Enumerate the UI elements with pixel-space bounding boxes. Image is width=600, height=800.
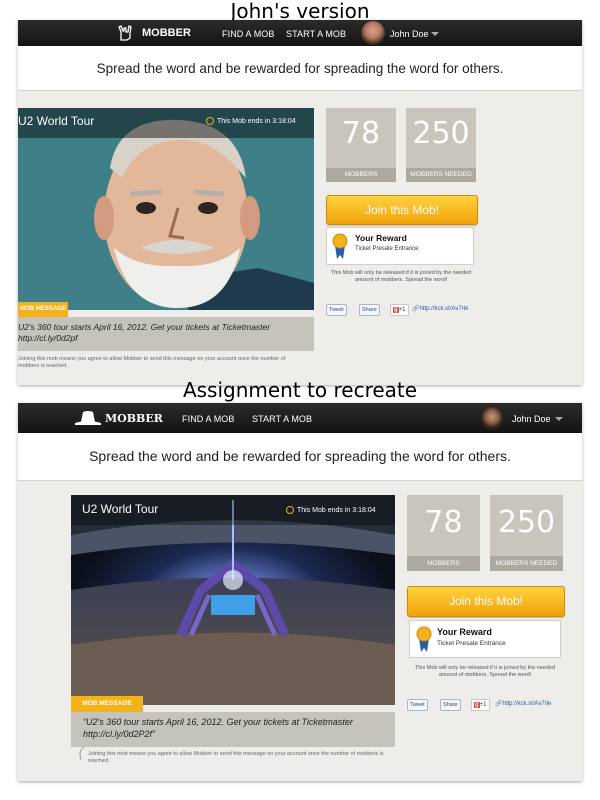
tagline: Spread the word and be rewarded for spre… xyxy=(96,61,504,76)
reward-card: Your Reward Ticket Presale Entrance xyxy=(409,620,561,658)
tweet-button[interactable]: Tweet xyxy=(407,699,428,711)
join-mob-button[interactable]: Join this Mob! xyxy=(407,586,565,617)
nav-find-a-mob[interactable]: FIND A MOB xyxy=(182,414,235,424)
mobbers-count: 78 xyxy=(424,505,463,540)
chevron-down-icon[interactable] xyxy=(555,417,563,421)
share-row: Tweet Share g+1 🔗http://kck.st/Av7rle xyxy=(326,304,486,316)
nav-start-a-mob[interactable]: START A MOB xyxy=(252,414,312,424)
campaign-image xyxy=(18,108,314,310)
reward-card: Your Reward Ticket Presale Entrance xyxy=(326,227,474,265)
short-url-link[interactable]: 🔗http://kck.st/Av7rle xyxy=(412,305,468,312)
join-mob-button[interactable]: Join this Mob! xyxy=(326,195,478,225)
gplus-label: +1 xyxy=(479,702,487,708)
mobbers-count: 78 xyxy=(341,116,381,151)
short-url-link[interactable]: 🔗http://kck.st/Av7rle xyxy=(495,700,551,707)
medal-icon xyxy=(416,626,432,652)
release-note: This Mob will only be released if it is … xyxy=(414,665,556,678)
short-url-text: http://kck.st/Av7rle xyxy=(419,306,469,312)
reward-subtitle: Ticket Presale Entrance xyxy=(355,246,419,252)
reward-subtitle: Ticket Presale Entrance xyxy=(437,640,506,647)
mobbers-needed-label: MOBBERS NEEDED xyxy=(406,168,476,182)
mobbers-label: MOBBERS xyxy=(407,556,480,571)
portrait-illustration xyxy=(18,108,314,310)
user-name[interactable]: John Doe xyxy=(390,29,429,39)
assignment-screenshot: MOBBER FIND A MOB START A MOB John Doe S… xyxy=(18,403,582,781)
stat-mobbers: 78 MOBBERS xyxy=(326,108,396,182)
timer-text: This Mob ends in 3:18:04 xyxy=(217,117,296,125)
mob-message-text: “U2's 360 tour starts April 16, 2012. Ge… xyxy=(83,717,353,739)
medal-icon xyxy=(332,233,348,259)
hat-icon xyxy=(75,411,101,425)
johns-version-screenshot: MOBBER FIND A MOB START A MOB John Doe S… xyxy=(18,20,582,385)
release-note: This Mob will only be released if it is … xyxy=(330,270,472,283)
mobber-logo[interactable]: MOBBER xyxy=(105,412,163,425)
mob-message-badge: MOB MESSAGE xyxy=(18,302,68,317)
google-plus-button[interactable]: g+1 xyxy=(471,699,490,711)
campaign-title: U2 World Tour xyxy=(82,502,159,516)
mobbers-needed-label: MOBBERS NEEDED xyxy=(490,556,563,571)
stat-mobbers-needed: 250 MOBBERS NEEDED xyxy=(490,495,563,571)
mob-message-box: “U2's 360 tour starts April 16, 2012. Ge… xyxy=(71,712,395,747)
clock-icon xyxy=(286,506,294,514)
timer-text: This Mob ends in 3:18:04 xyxy=(297,506,376,514)
share-row: Tweet Share g+1 🔗http://kck.st/Av7rle xyxy=(407,699,577,711)
nav-start-a-mob[interactable]: START A MOB xyxy=(286,29,346,39)
mobber-logo[interactable]: MOBBER xyxy=(142,27,191,39)
mobbers-label: MOBBERS xyxy=(326,168,396,182)
short-url-text: http://kck.st/Av7rle xyxy=(502,701,552,707)
mobbers-needed-count: 250 xyxy=(497,505,556,540)
mob-message-text: U2's 360 tour starts April 16, 2012. Get… xyxy=(18,322,271,343)
tagline-bar: Spread the word and be rewarded for spre… xyxy=(18,433,582,481)
user-avatar[interactable] xyxy=(480,406,504,430)
campaign-title: U2 World Tour xyxy=(18,114,95,128)
facebook-share-button[interactable]: Share xyxy=(359,304,380,316)
caption-assignment: Assignment to recreate xyxy=(182,378,418,402)
mob-message-badge: MOB MESSAGE xyxy=(71,696,143,712)
facebook-share-button[interactable]: Share xyxy=(440,699,461,711)
tagline: Spread the word and be rewarded for spre… xyxy=(89,448,511,464)
user-avatar[interactable] xyxy=(361,21,385,45)
google-plus-button[interactable]: g+1 xyxy=(390,304,409,316)
speech-tail-icon xyxy=(79,747,85,761)
mob-timer: This Mob ends in 3:18:04 xyxy=(206,117,296,125)
clock-icon xyxy=(206,117,214,125)
mob-timer: This Mob ends in 3:18:04 xyxy=(286,506,376,514)
reward-title: Your Reward xyxy=(355,233,407,243)
tweet-button[interactable]: Tweet xyxy=(326,304,347,316)
user-name[interactable]: John Doe xyxy=(512,414,551,424)
mobbers-needed-count: 250 xyxy=(412,116,470,151)
campaign-image xyxy=(71,495,395,705)
top-navbar: MOBBER FIND A MOB START A MOB John Doe xyxy=(18,20,582,46)
concert-stage-photo xyxy=(71,495,395,705)
nav-find-a-mob[interactable]: FIND A MOB xyxy=(222,29,275,39)
chevron-down-icon[interactable] xyxy=(431,32,439,36)
hand-horns-icon xyxy=(118,25,132,41)
tagline-bar: Spread the word and be rewarded for spre… xyxy=(18,46,582,91)
gplus-label: +1 xyxy=(398,307,406,313)
stat-mobbers: 78 MOBBERS xyxy=(407,495,480,571)
reward-title: Your Reward xyxy=(437,627,492,637)
disclaimer: Joining this mob means you agree to allo… xyxy=(88,751,384,764)
top-navbar: MOBBER FIND A MOB START A MOB John Doe xyxy=(18,403,582,433)
mob-message-box: U2's 360 tour starts April 16, 2012. Get… xyxy=(18,317,314,351)
stat-mobbers-needed: 250 MOBBERS NEEDED xyxy=(406,108,476,182)
disclaimer: Joining this mob means you agree to allo… xyxy=(18,356,286,369)
